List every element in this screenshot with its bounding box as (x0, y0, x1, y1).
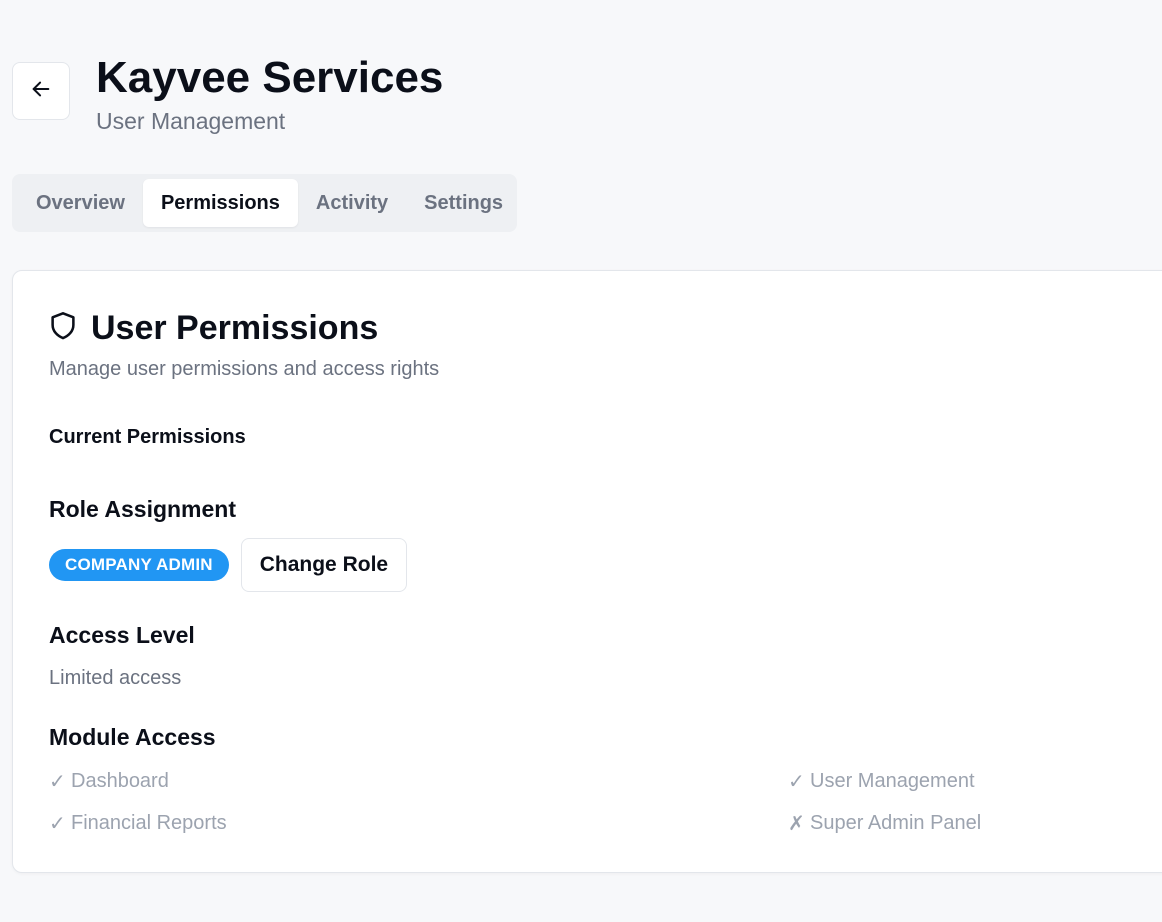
card-description: Manage user permissions and access right… (49, 358, 440, 380)
page: Kayvee Services User Management Overview… (0, 0, 1162, 922)
check-icon: ✓ (49, 771, 66, 793)
tab-overview[interactable]: Overview (18, 179, 143, 227)
module-access-heading: Module Access (49, 724, 216, 750)
tab-settings[interactable]: Settings (406, 179, 521, 227)
tab-permissions[interactable]: Permissions (142, 179, 298, 227)
card-title: User Permissions (91, 309, 379, 347)
check-icon: ✓ (788, 771, 805, 793)
role-row: COMPANY ADMIN Change Role (49, 538, 408, 592)
tab-activity[interactable]: Activity (298, 179, 406, 227)
page-title: Kayvee Services (96, 53, 444, 102)
arrow-left-icon (30, 78, 52, 105)
module-label: Super Admin Panel (810, 812, 982, 834)
module-label: User Management (810, 770, 975, 792)
tab-bar: Overview Permissions Activity Settings (12, 174, 517, 232)
module-item-user-management: ✓ User Management (788, 769, 975, 794)
cross-icon: ✗ (788, 813, 805, 835)
permissions-card: User Permissions Manage user permissions… (12, 270, 1162, 873)
role-assignment-heading: Role Assignment (49, 496, 237, 522)
change-role-button[interactable]: Change Role (240, 538, 408, 592)
shield-icon (49, 311, 77, 346)
module-item-super-admin-panel: ✗ Super Admin Panel (788, 811, 981, 836)
access-level-heading: Access Level (49, 622, 195, 648)
module-item-dashboard: ✓ Dashboard (49, 769, 169, 794)
access-level-value: Limited access (49, 667, 182, 689)
card-header: User Permissions (49, 307, 378, 349)
check-icon: ✓ (49, 813, 66, 835)
module-label: Financial Reports (71, 812, 227, 834)
role-badge: COMPANY ADMIN (49, 549, 229, 581)
back-button[interactable] (12, 62, 70, 120)
module-label: Dashboard (71, 770, 169, 792)
module-item-financial-reports: ✓ Financial Reports (49, 811, 227, 836)
page-subtitle: User Management (96, 108, 286, 134)
current-permissions-label: Current Permissions (49, 426, 246, 448)
